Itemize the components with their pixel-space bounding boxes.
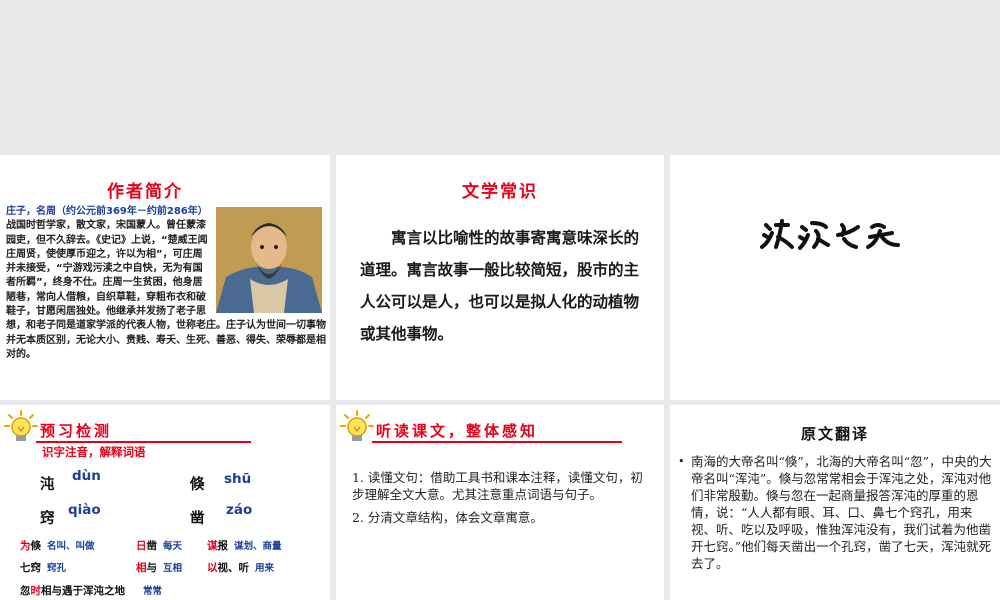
pinyin-char-shu: 倏 [190,477,205,493]
pinyin-zao: záo [226,502,253,518]
listen-steps: 1. 读懂文句：借助工具书和课本注释，读懂文句，初步理解全文大意。尤其注意重点词… [352,469,652,532]
author-intro-title: 作者简介 [107,182,183,202]
slide-preview-test[interactable]: 预习检测 识字注音，解释词语 沌 dùn 倏 shū 窍 qiào 凿 záo … [0,405,330,600]
slide-listen-read[interactable]: 听读课文，整体感知 1. 读懂文句：借助工具书和课本注释，读懂文句，初步理解全文… [336,405,664,600]
definition-item: 七窍 窍孔 [20,562,67,574]
lightbulb-icon [4,410,38,441]
translation-text: 南海的大帝名叫“倏”，北海的大帝名叫“忽”，中央的大帝名叫“浑沌”。倏与忽常常相… [691,454,992,571]
definition-item: 为倏 名叫、叫做 [20,540,95,552]
pinyin-char-zao: 凿 [190,511,205,527]
bullet-marker: • [678,455,685,468]
pinyin-qiao: qiào [68,502,101,518]
literature-title: 文学常识 [462,182,538,202]
title-underline [36,441,251,443]
preview-subtitle: 识字注音，解释词语 [42,445,146,459]
definition-item: 忽时相与遇于浑沌之地 常常 [20,585,163,597]
definition-item: 日凿 每天 [136,540,183,552]
lightbulb-icon [340,410,374,441]
definition-item: 以视、听 用来 [207,562,275,574]
slide-calligraphy-title[interactable] [670,155,1000,400]
literature-body: 寓言以比喻性的故事寄寓意味深长的道理。寓言故事一般比较简短，股市的主人公可以是人… [360,229,640,343]
pinyin-shu: shū [224,471,252,487]
translation-title: 原文翻译 [800,425,869,443]
author-bio: 庄子，名周（约公元前369年－约前286年）战国时哲学家，散文家，宋国蒙人。曾任… [6,205,328,362]
preview-title: 预习检测 [40,422,113,440]
step-item: 2. 分清文章结构，体会文章寓意。 [352,510,543,525]
pinyin-dun: dùn [72,468,101,484]
slide-author-intro[interactable]: 作者简介 庄子，名周（约公元前369年－约前286年）战国时哲学家，散文家，宋国… [0,155,330,400]
translation-body: • 南海的大帝名叫“倏”，北海的大帝名叫“忽”，中央的大帝名叫“浑沌”。倏与忽常… [678,453,994,572]
title-underline [372,441,622,443]
definition-item: 谋报 谋划、商量 [207,540,282,552]
step-item: 1. 读懂文句：借助工具书和课本注释，读懂文句，初步理解全文大意。尤其注意重点词… [352,470,643,502]
calligraphy-title-icon [760,219,900,250]
zhuangzi-portrait-icon [216,207,322,313]
slide-translation[interactable]: 原文翻译 • 南海的大帝名叫“倏”，北海的大帝名叫“忽”，中央的大帝名叫“浑沌”… [670,405,1000,600]
definition-item: 相与 互相 [136,562,183,574]
listen-title: 听读课文，整体感知 [376,422,539,440]
pinyin-char-dun: 沌 [40,477,55,493]
slide-literature-knowledge[interactable]: 文学常识 寓言以比喻性的故事寄寓意味深长的道理。寓言故事一般比较简短，股市的主人… [336,155,664,400]
author-bio-lead: 庄子，名周（约公元前369年－约前286年） [6,206,208,217]
pinyin-char-qiao: 窍 [40,511,55,527]
